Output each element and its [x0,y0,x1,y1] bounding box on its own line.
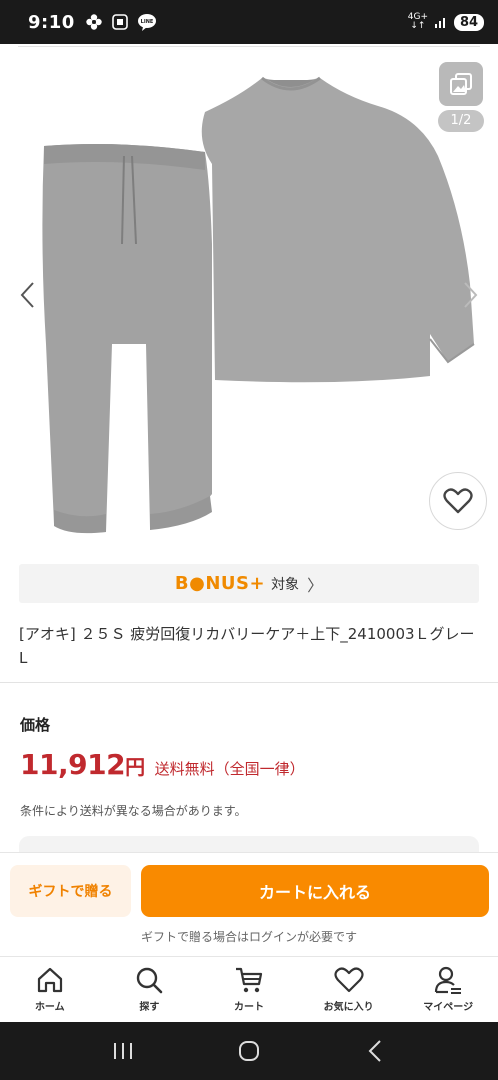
recent-apps-icon [114,1043,132,1059]
svg-text:LINE: LINE [140,19,153,25]
heart-icon [333,967,364,993]
image-page-indicator: 1/2 [438,110,484,132]
nav-mypage[interactable]: マイページ [398,957,498,1022]
back-icon [368,1040,381,1062]
pinwheel-icon [86,14,102,30]
chevron-right-icon: 〉 [307,575,324,595]
price-amount: 11,912円 [20,748,145,781]
nav-favorites-label: お気に入り [323,1002,374,1013]
search-icon [137,967,163,994]
nav-search[interactable]: 探す [100,957,200,1022]
nav-home[interactable]: ホーム [0,957,100,1022]
line-app-icon: LINE [137,14,156,31]
product-title: [アオキ] ２５Ｓ 疲労回復リカバリーケア＋上下_2410003Ｌグレー L [19,625,475,667]
product-image-gallery[interactable]: 1/2 [0,44,498,554]
status-icons: LINE [85,13,157,31]
purchase-action-bar: ギフトで贈る カートに入れる ギフトで贈る場合はログインが必要です [0,852,498,956]
add-to-cart-button[interactable]: カートに入れる [141,865,489,917]
chevron-left-icon [20,282,34,308]
back-system-button[interactable] [355,1031,395,1071]
nav-cart[interactable]: カート [199,957,299,1022]
nav-cart-label: カート [233,1002,264,1013]
status-time: 9:10 [28,11,75,33]
home-icon [37,967,62,993]
heart-icon [443,488,473,514]
recent-apps-button[interactable] [103,1031,143,1071]
status-bar: 9:10 LINE 4G+ ↓↑ 84 [0,0,498,44]
network-type: 4G+ ↓↑ [407,12,428,31]
prev-image-arrow[interactable] [15,280,39,310]
nav-favorites[interactable]: お気に入り [299,957,399,1022]
product-photo[interactable] [0,44,498,554]
shirt-shape [201,78,474,383]
chevron-right-icon [464,282,478,308]
gallery-view-button[interactable] [439,62,483,106]
section-divider [0,682,498,683]
gift-button[interactable]: ギフトで贈る [10,865,131,917]
screenshot-icon [111,14,128,30]
nav-home-label: ホーム [34,1002,65,1013]
gallery-icon [450,73,472,95]
bonus-plus-banner[interactable]: B●NUS+ 対象 〉 [19,564,479,603]
system-navigation-bar [0,1022,498,1080]
pants-shape [42,144,213,533]
currency-label: 円 [125,755,145,779]
shipping-info: 送料無料（全国一律） [154,760,305,778]
favorite-button[interactable] [429,472,487,530]
battery-level: 84 [454,13,484,31]
cart-icon [235,967,263,993]
bottom-navigation: ホーム 探す カート お気に入り マイページ [0,956,498,1022]
price-row: 11,912円 送料無料（全国一律） [20,748,305,781]
user-icon [435,966,462,994]
price-label: 価格 [20,716,51,734]
nav-mypage-label: マイページ [423,1002,474,1013]
home-system-button[interactable] [229,1031,269,1071]
gift-login-note: ギフトで贈る場合はログインが必要です [140,930,357,944]
signal-icon [435,18,445,28]
shipping-note: 条件により送料が異なる場合があります。 [20,804,247,818]
bonus-plus-logo: B●NUS+ [174,573,266,594]
home-circle-icon [239,1041,259,1061]
next-image-arrow[interactable] [459,280,483,310]
nav-search-label: 探す [139,1002,160,1013]
bonus-target-label: 対象 [271,576,300,593]
